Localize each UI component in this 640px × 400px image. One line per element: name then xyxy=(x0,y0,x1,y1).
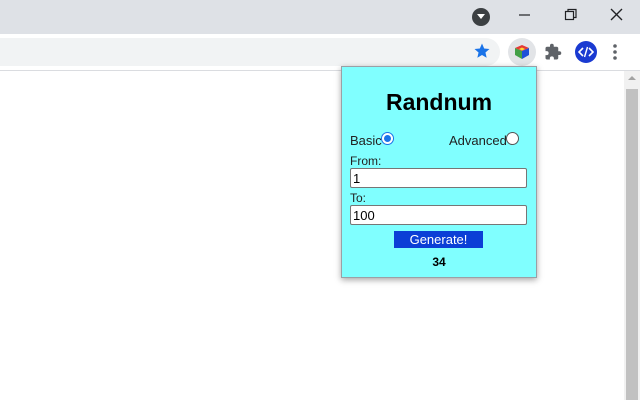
advanced-mode-label: Advanced xyxy=(449,133,507,148)
restore-button[interactable] xyxy=(548,0,594,30)
from-label: From: xyxy=(350,154,382,168)
close-icon xyxy=(610,8,623,21)
tab-search-button[interactable] xyxy=(472,8,490,26)
puzzle-icon[interactable] xyxy=(544,43,562,61)
popup-title: Randnum xyxy=(385,89,493,115)
randnum-extension-icon xyxy=(515,45,529,59)
to-label: To: xyxy=(350,191,367,205)
basic-mode-label: Basic xyxy=(350,133,382,148)
code-extension-button[interactable] xyxy=(575,41,597,63)
from-input[interactable] xyxy=(350,168,527,188)
page-scrollbar[interactable] xyxy=(624,71,640,400)
minimize-button[interactable] xyxy=(502,0,548,30)
minimize-icon xyxy=(519,14,530,16)
kebab-menu-icon[interactable] xyxy=(612,43,618,61)
address-bar[interactable] xyxy=(0,38,500,66)
scroll-up-arrow-icon[interactable] xyxy=(628,75,636,81)
star-icon[interactable] xyxy=(473,42,491,60)
close-window-button[interactable] xyxy=(594,0,640,30)
randnum-extension-button[interactable] xyxy=(508,38,536,66)
randnum-popup: Randnum Basic Advanced From: To: Generat… xyxy=(341,66,537,278)
to-input[interactable] xyxy=(350,205,527,225)
scroll-thumb[interactable] xyxy=(626,89,638,400)
restore-icon xyxy=(564,8,577,21)
advanced-mode-radio[interactable] xyxy=(506,132,519,145)
basic-mode-radio[interactable] xyxy=(381,132,394,145)
generate-button[interactable]: Generate! xyxy=(394,231,483,248)
chevron-down-icon xyxy=(477,14,485,19)
result-value: 34 xyxy=(432,255,446,269)
code-icon xyxy=(578,46,594,58)
mode-selector: Basic Advanced xyxy=(350,131,528,149)
title-bar xyxy=(0,0,640,34)
